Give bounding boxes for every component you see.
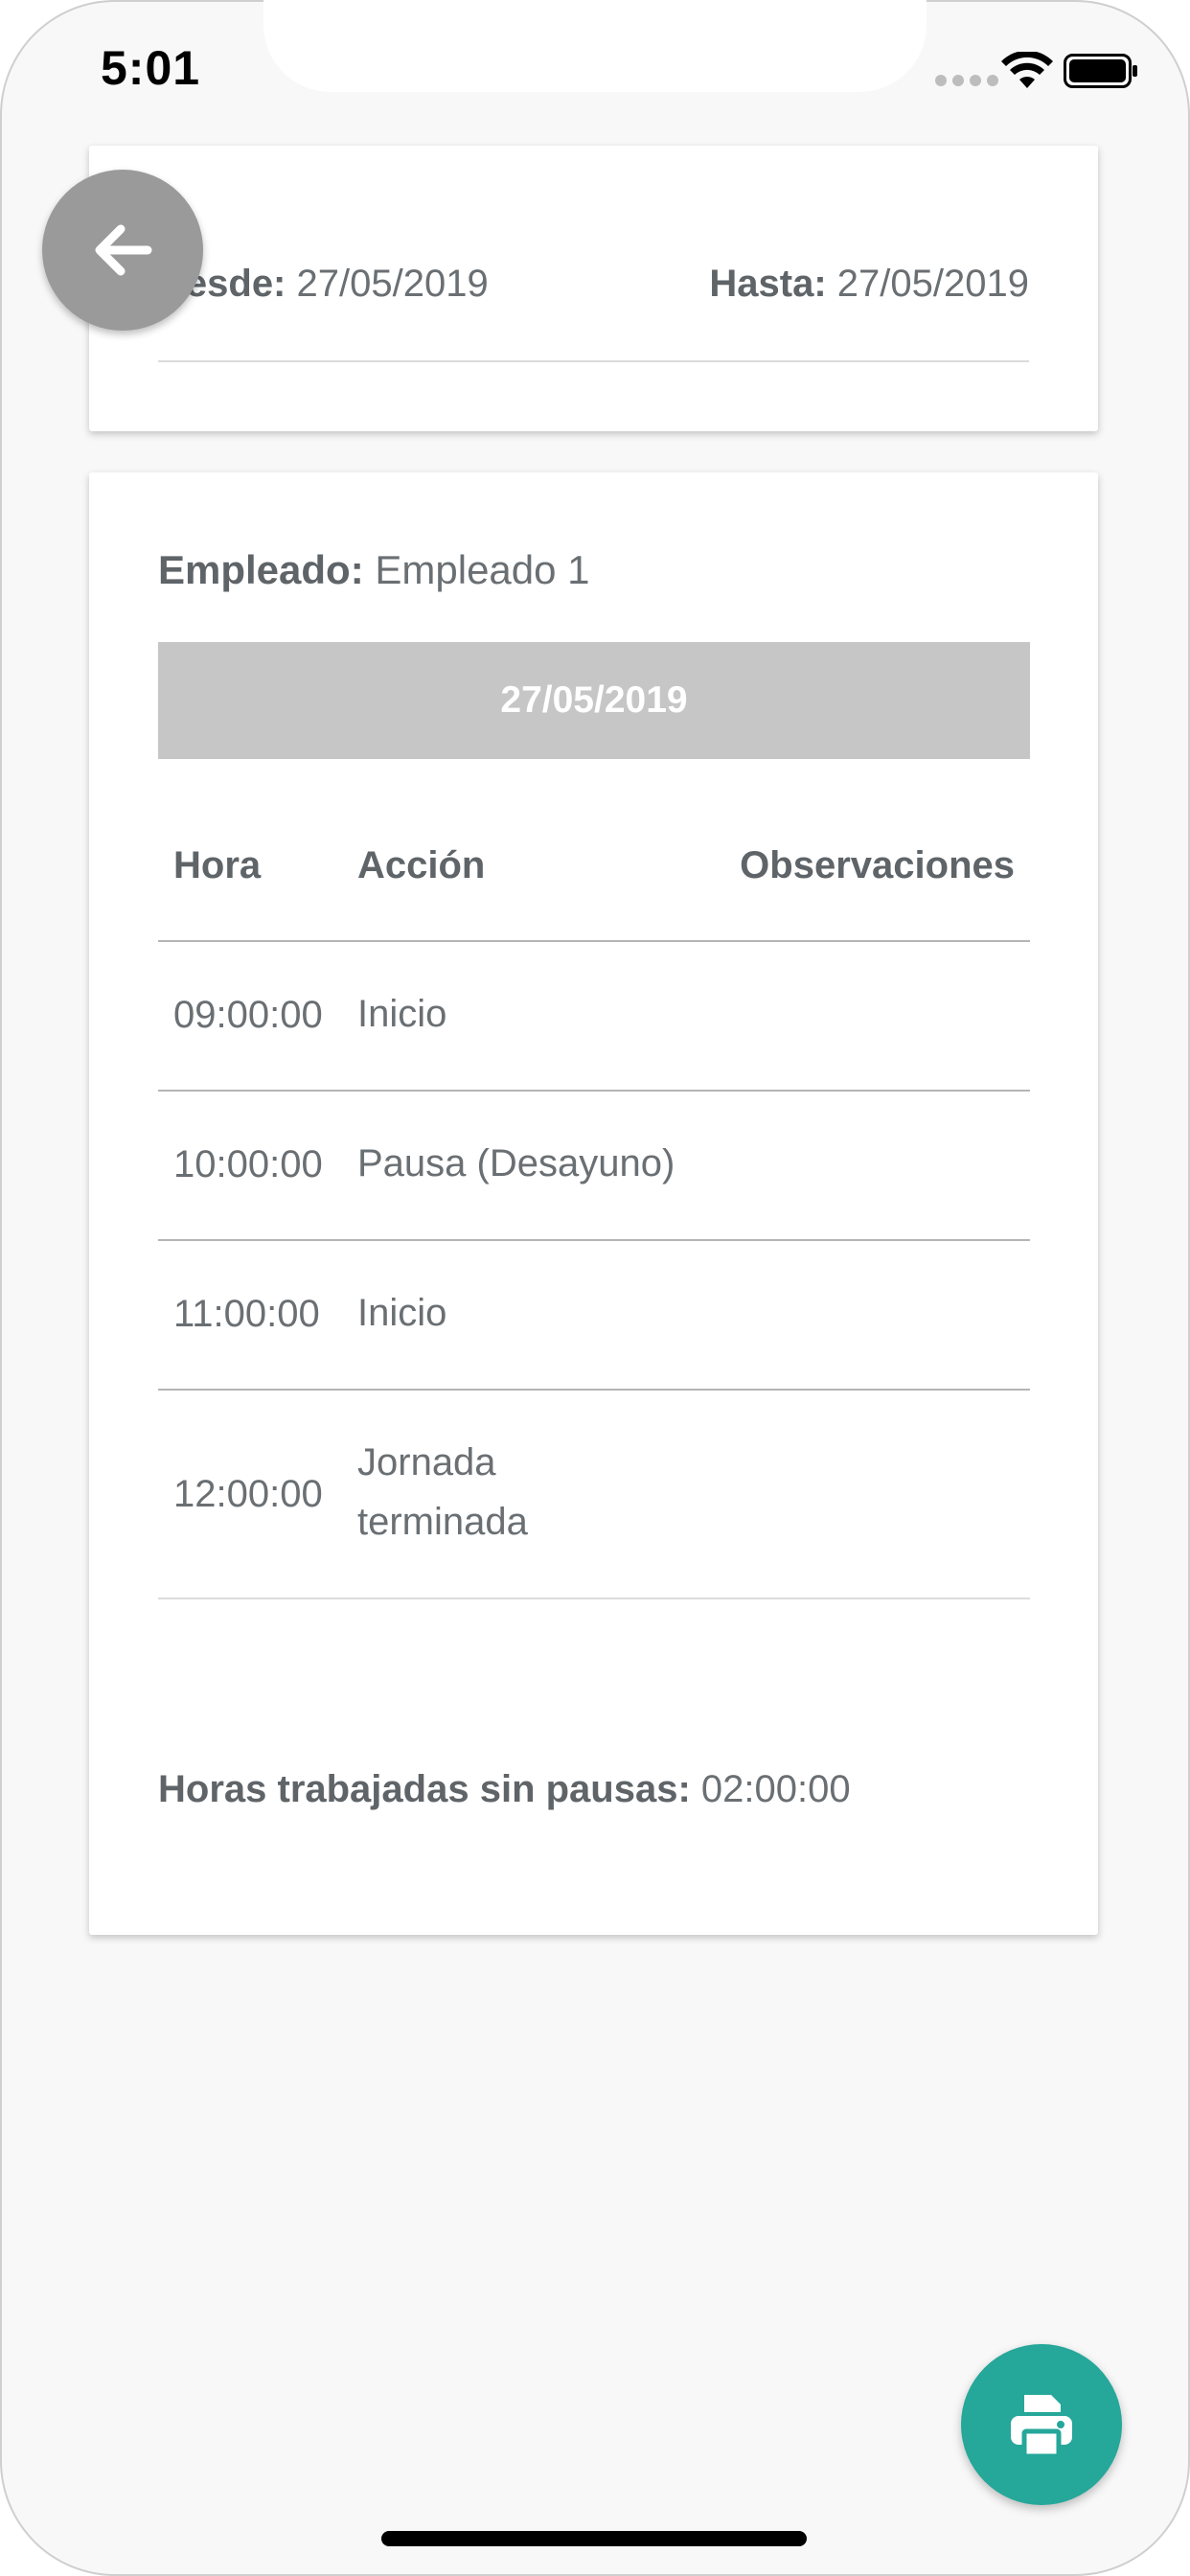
status-bar: 5:01 bbox=[0, 0, 1190, 134]
cell-hora: 09:00:00 bbox=[173, 994, 323, 1036]
desde-value: 27/05/2019 bbox=[296, 263, 489, 305]
table-row: 10:00:00 Pausa (Desayuno) bbox=[158, 1092, 1030, 1241]
date-range-row: Desde: 27/05/2019 Hasta: 27/05/2019 bbox=[158, 263, 1029, 306]
attendance-table: Hora Acción Observaciones 09:00:00 Inici… bbox=[158, 806, 1030, 1599]
worked-hours-summary: Horas trabajadas sin pausas: 02:00:00 bbox=[158, 1768, 851, 1811]
cell-accion: Jornada terminada bbox=[357, 1433, 528, 1552]
date-header-bar: 27/05/2019 bbox=[158, 642, 1030, 759]
phone-screen: 5:01 Desde: 27/05/2019 Hasta: 27/05/2019 bbox=[0, 0, 1190, 2576]
battery-icon bbox=[1064, 54, 1137, 88]
arrow-left-icon bbox=[95, 224, 152, 276]
cell-accion-line: terminada bbox=[357, 1501, 528, 1543]
column-header-hora: Hora bbox=[173, 844, 262, 886]
column-header-observaciones: Observaciones bbox=[740, 844, 1015, 886]
cell-hora: 10:00:00 bbox=[173, 1143, 323, 1185]
table-row: 09:00:00 Inicio bbox=[158, 942, 1030, 1092]
table-row: 11:00:00 Inicio bbox=[158, 1241, 1030, 1391]
employee-label: Empleado: bbox=[158, 547, 364, 592]
wifi-icon bbox=[1001, 52, 1053, 88]
desde-field: Desde: 27/05/2019 bbox=[158, 263, 489, 306]
cell-accion-line: Jornada bbox=[357, 1441, 496, 1484]
print-button[interactable] bbox=[961, 2344, 1122, 2505]
employee-line: Empleado: Empleado 1 bbox=[158, 547, 590, 593]
table-row: 12:00:00 Jornada terminada bbox=[158, 1391, 1030, 1599]
summary-value: 02:00:00 bbox=[700, 1768, 851, 1810]
status-time: 5:01 bbox=[101, 41, 201, 95]
date-range-card: Desde: 27/05/2019 Hasta: 27/05/2019 bbox=[89, 146, 1098, 431]
cell-accion: Inicio bbox=[357, 993, 447, 1035]
cell-accion: Inicio bbox=[357, 1292, 447, 1334]
cell-accion: Pausa (Desayuno) bbox=[357, 1142, 675, 1184]
notch bbox=[263, 0, 927, 92]
summary-label: Horas trabajadas sin pausas: bbox=[158, 1768, 691, 1810]
printer-icon bbox=[1011, 2395, 1072, 2458]
report-card: Empleado: Empleado 1 27/05/2019 Hora Acc… bbox=[89, 472, 1098, 1935]
cellular-signal-icon bbox=[935, 75, 998, 86]
hasta-label: Hasta: bbox=[709, 263, 827, 305]
home-indicator bbox=[381, 2531, 807, 2546]
table-header: Hora Acción Observaciones bbox=[158, 806, 1030, 942]
employee-value: Empleado 1 bbox=[375, 547, 590, 592]
cell-hora: 11:00:00 bbox=[173, 1293, 320, 1335]
cell-hora: 12:00:00 bbox=[173, 1473, 323, 1515]
back-button[interactable] bbox=[42, 170, 203, 331]
hasta-value: 27/05/2019 bbox=[836, 263, 1029, 305]
column-header-accion: Acción bbox=[357, 844, 486, 886]
hasta-field: Hasta: 27/05/2019 bbox=[709, 263, 1029, 306]
divider bbox=[158, 360, 1029, 362]
